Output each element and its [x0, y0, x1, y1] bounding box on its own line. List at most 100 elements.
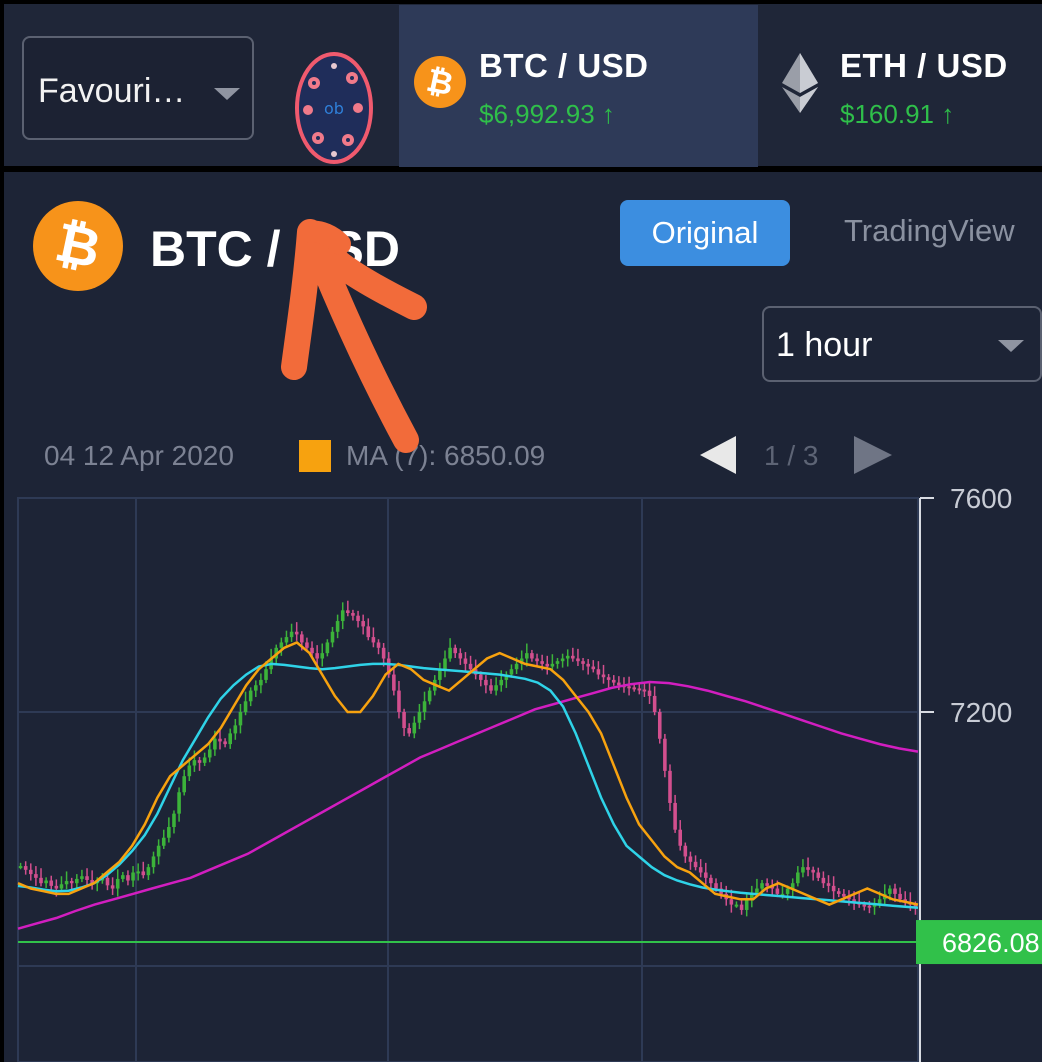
candle-body	[703, 872, 708, 878]
candle-body	[606, 677, 611, 680]
candle-body	[709, 877, 713, 884]
candle-body	[739, 904, 744, 910]
candle-body	[489, 685, 493, 691]
candle-body	[617, 682, 621, 686]
candle-body	[591, 666, 596, 670]
candle-body	[642, 689, 647, 692]
candle-body	[463, 658, 468, 664]
candle-body	[146, 867, 151, 876]
ethereum-icon	[782, 53, 818, 113]
candle-body	[177, 792, 181, 814]
candle-body	[698, 867, 703, 873]
ticker-btc-usd[interactable]: ₿ BTC / USD $6,992.93 ↑	[399, 5, 758, 167]
candle-body	[264, 669, 268, 680]
candle-body	[207, 749, 212, 758]
candle-body	[458, 653, 463, 659]
candle-body	[44, 880, 48, 884]
candle-body	[576, 658, 580, 662]
candle-body	[346, 610, 350, 614]
candle-body	[218, 738, 222, 742]
candle-body	[775, 888, 780, 894]
candle-body	[320, 653, 325, 659]
candle-body	[131, 872, 135, 881]
candle-body	[294, 631, 299, 635]
candle-body	[392, 674, 396, 691]
candle-body	[898, 893, 902, 900]
candle-body	[161, 837, 166, 846]
candle-body	[136, 871, 140, 874]
candle-body	[443, 658, 447, 670]
y-axis-tick-label: 7600	[950, 483, 1012, 514]
candle-body	[253, 685, 258, 691]
candle-body	[816, 872, 821, 878]
candle-body	[765, 883, 769, 886]
candle-body	[284, 637, 289, 643]
candle-body	[734, 904, 739, 907]
candle-body	[632, 687, 636, 690]
candle-body	[494, 685, 498, 691]
candle-body	[110, 885, 115, 889]
candle-body	[893, 888, 897, 894]
candle-body	[105, 877, 110, 886]
favourites-dropdown[interactable]: Favouri…	[22, 36, 254, 140]
candle-body	[714, 883, 718, 889]
candle-body	[586, 663, 590, 667]
candle-body	[811, 869, 815, 873]
candle-body	[760, 883, 764, 889]
candle-body	[831, 885, 836, 892]
last-price-label: 6826.08	[942, 928, 1040, 958]
candle-body	[39, 877, 43, 884]
candle-body	[412, 722, 417, 734]
candle-body	[637, 688, 642, 691]
candle-body	[182, 776, 186, 793]
candle-body	[417, 712, 422, 723]
candle-body	[228, 733, 233, 745]
candle-body	[69, 881, 74, 884]
candle-body	[18, 866, 23, 869]
candle-body	[862, 904, 867, 907]
candle-body	[514, 663, 519, 670]
ticker-eth-usd[interactable]: ETH / USD $160.91 ↑	[760, 5, 1042, 167]
candle-body	[468, 663, 473, 670]
candle-body	[560, 658, 565, 662]
candle-body	[28, 869, 33, 875]
candle-body	[376, 642, 381, 648]
candle-body	[540, 661, 544, 664]
candle-body	[151, 856, 156, 868]
candle-body	[801, 867, 805, 873]
candle-body	[402, 712, 406, 729]
candle-body	[453, 647, 458, 654]
candle-body	[366, 626, 371, 638]
svg-text:ob: ob	[324, 99, 344, 118]
candle-body	[525, 653, 529, 659]
candle-body	[796, 872, 800, 884]
ticker-pair: BTC / USD	[479, 47, 649, 84]
candle-body	[627, 686, 631, 689]
candle-body	[75, 878, 79, 884]
candle-body	[842, 893, 846, 897]
candle-body	[397, 690, 401, 712]
candle-body	[233, 725, 238, 734]
candle-body	[279, 642, 284, 648]
candle-body	[668, 770, 672, 803]
easter-egg-icon[interactable]: ob	[294, 48, 374, 164]
candle-body	[361, 621, 365, 627]
price-chart[interactable]: 7600 7200 6826.08	[4, 172, 1042, 1062]
favourites-dropdown-label: Favouri…	[38, 72, 186, 110]
candle-body	[565, 655, 570, 659]
candle-body	[611, 679, 616, 683]
candle-body	[172, 813, 176, 828]
candle-body	[238, 712, 243, 726]
candle-body	[678, 829, 683, 846]
chart-panel: ₿ BTC / USD Original TradingView 1 hour …	[4, 172, 1042, 1062]
candle-body	[141, 871, 146, 876]
candle-body	[371, 637, 376, 643]
candle-body	[156, 845, 161, 857]
candle-body	[821, 877, 826, 884]
candle-body	[484, 679, 488, 686]
candle-body	[259, 679, 263, 686]
candle-body	[54, 885, 59, 889]
candle-body	[59, 884, 64, 889]
candle-body	[167, 827, 171, 838]
candle-body	[315, 653, 319, 659]
